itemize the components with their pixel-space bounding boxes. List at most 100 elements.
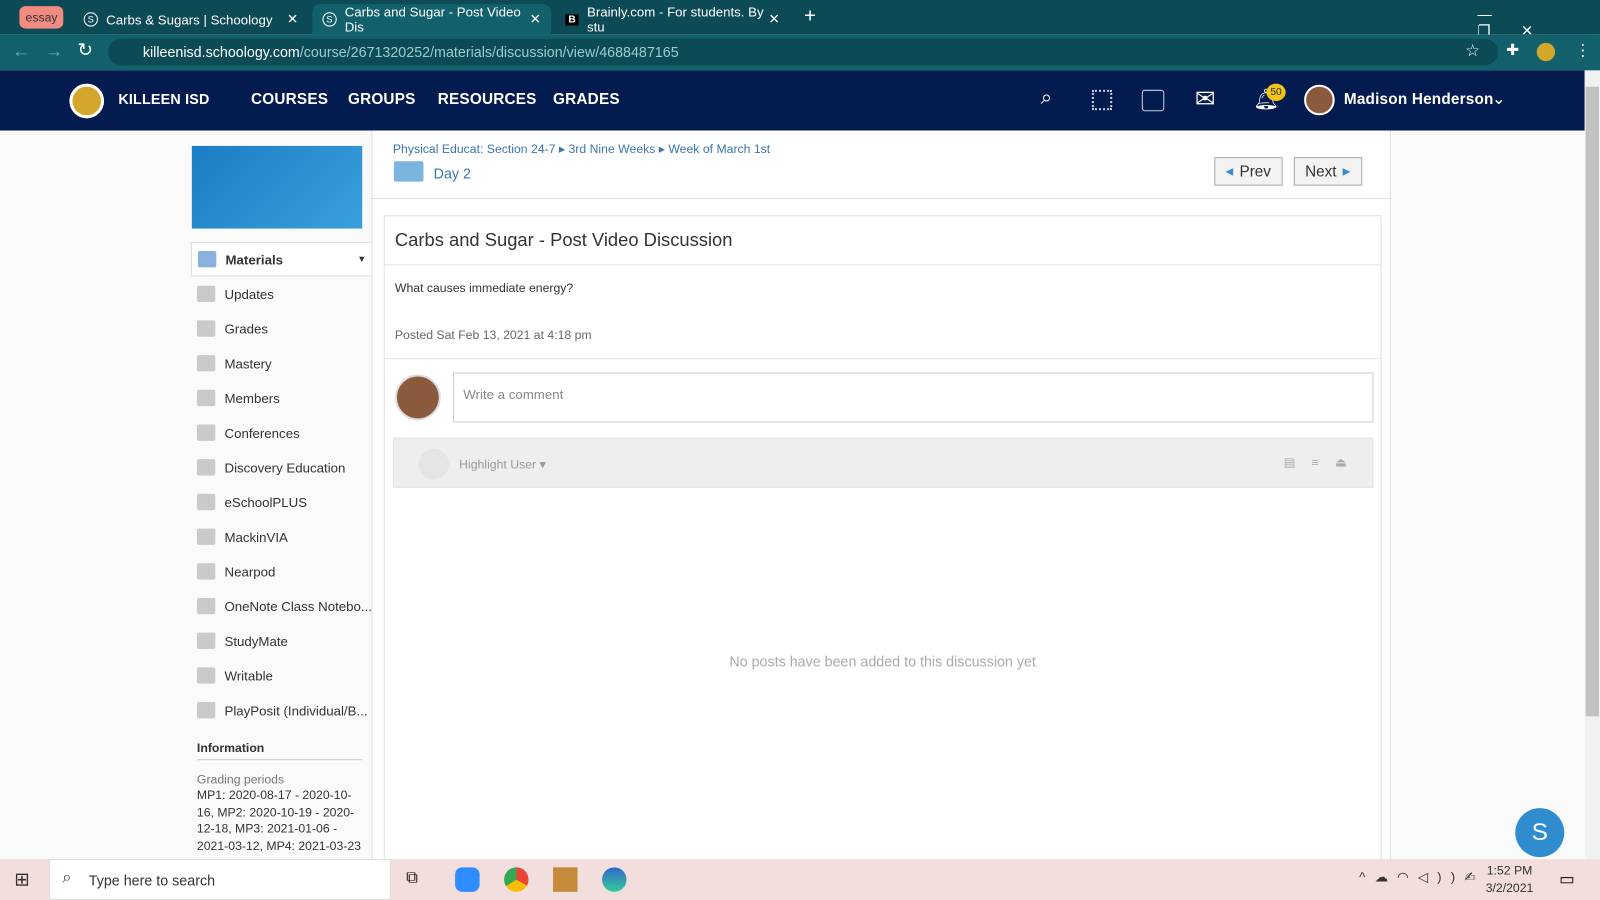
url-input[interactable]: killeenisd.schoology.com/course/26713202… [108, 38, 1498, 66]
brainly-icon: B [565, 13, 579, 25]
course-sidebar: Materials ▼ Updates Grades Mastery Members Co… [190, 241, 373, 728]
tab-post-video-discussion[interactable]: S Carbs and Sugar - Post Video Dis ✕ [312, 4, 552, 35]
edge-app-icon[interactable] [602, 867, 627, 892]
apps-grid-icon[interactable] [1091, 89, 1113, 111]
folder-title[interactable]: Day 2 [434, 165, 471, 181]
sidebar-item-materials[interactable]: Materials ▼ [190, 241, 373, 277]
sidebar-label: MackinVIA [224, 529, 288, 545]
scrollbar[interactable] [1584, 70, 1600, 860]
district-logo [69, 83, 105, 119]
prev-label: Prev [1239, 162, 1271, 181]
sidebar-item-onenote-class-notebo-[interactable]: OneNote Class Notebo... [191, 589, 373, 624]
notifications-icon[interactable]: ▭ [1559, 869, 1574, 889]
sidebar-item-icon [196, 493, 216, 511]
tab-group-essay[interactable]: essay [19, 6, 64, 29]
reload-icon[interactable]: ↻ [78, 40, 93, 61]
sidebar-item-icon [196, 563, 216, 580]
highlight-user-avatar [418, 448, 449, 480]
menu-icon[interactable]: ⋮ [1574, 41, 1590, 61]
address-bar-row: ← → ↻ killeenisd.schoology.com/course/26… [0, 34, 1600, 71]
zoom-app-icon[interactable] [455, 867, 480, 892]
search-placeholder: Type here to search [88, 872, 216, 889]
highlight-user-dropdown[interactable]: Highlight User ▾ [459, 457, 545, 471]
sidebar-item-playposit-individual-b-[interactable]: PlayPosit (Individual/B... [191, 693, 373, 728]
taskbar-search[interactable]: ⌕ Type here to search [48, 859, 391, 900]
close-icon[interactable]: ✕ [287, 11, 298, 27]
discussion-toolbar: Highlight User ▾ ▤≡⏏ [392, 437, 1374, 488]
breadcrumb: Physical Educat: Section 24-7 ▸ 3rd Nine… [392, 141, 771, 157]
sidebar-item-icon [196, 285, 216, 303]
sidebar-item-eschoolplus[interactable]: eSchoolPLUS [191, 485, 373, 520]
chevron-down-icon[interactable]: ⌄ [1492, 89, 1506, 109]
close-icon[interactable]: ✕ [768, 11, 779, 27]
sidebar-item-icon [196, 597, 216, 615]
user-name[interactable]: Madison Henderson [1344, 91, 1494, 108]
chat-widget-button[interactable]: S [1515, 808, 1565, 858]
comment-input[interactable]: Write a comment [453, 372, 1374, 423]
sidebar-item-members[interactable]: Members [191, 381, 373, 416]
nav-groups[interactable]: GROUPS [348, 91, 416, 108]
sidebar-item-icon [196, 389, 216, 407]
sidebar-item-icon [196, 667, 216, 684]
top-nav: KILLEEN ISD COURSES GROUPS RESOURCES GRA… [0, 70, 1585, 131]
extensions-icon[interactable]: ✚ [1506, 41, 1519, 59]
sidebar-item-icon [196, 320, 216, 337]
sidebar-label: Conferences [224, 424, 300, 441]
sidebar-item-conferences[interactable]: Conferences [191, 415, 373, 450]
sidebar-item-studymate[interactable]: StudyMate [191, 623, 373, 658]
schoology-icon: S [322, 12, 337, 27]
grading-periods-label: Grading periods [196, 772, 285, 787]
sidebar-label: Updates [224, 286, 274, 302]
forward-icon[interactable]: → [45, 41, 63, 62]
search-icon[interactable]: ⌕ [1041, 87, 1052, 110]
sidebar-label: Discovery Education [224, 459, 346, 475]
package-app-icon[interactable] [553, 867, 578, 892]
sidebar-label: Members [224, 390, 280, 406]
user-avatar[interactable] [1304, 84, 1335, 116]
new-tab-button[interactable]: + [804, 5, 816, 28]
tab-label: Carbs and Sugar - Post Video Dis [344, 4, 521, 35]
sidebar-label: OneNote Class Notebo... [224, 598, 372, 614]
prev-button[interactable]: ◀ Prev [1214, 157, 1283, 186]
breadcrumb-link[interactable]: 3rd Nine Weeks [568, 142, 655, 156]
sidebar-item-discovery-education[interactable]: Discovery Education [191, 450, 373, 485]
empty-state-message: No posts have been added to this discuss… [729, 653, 1036, 670]
windows-start-icon[interactable]: ⊞ [14, 869, 29, 890]
mail-icon[interactable]: ✉ [1195, 85, 1216, 115]
bookmark-star-icon[interactable]: ☆ [1465, 41, 1480, 61]
arrow-left-icon: ◀ [1225, 165, 1234, 178]
notification-badge: 50 [1266, 83, 1286, 102]
sidebar-item-writable[interactable]: Writable [191, 658, 373, 693]
breadcrumb-link[interactable]: Physical Educat: Section 24-7 [393, 142, 556, 156]
next-label: Next [1305, 162, 1337, 181]
profile-icon[interactable] [1536, 42, 1556, 62]
close-icon[interactable]: ✕ [530, 11, 541, 27]
chrome-app-icon[interactable] [504, 867, 529, 892]
calendar-icon[interactable] [1141, 89, 1165, 112]
view-mode-icons[interactable]: ▤≡⏏ [1284, 455, 1363, 469]
tab-brainly[interactable]: B Brainly.com - For students. By stu ✕ [555, 4, 790, 35]
posted-date: Posted Sat Feb 13, 2021 at 4:18 pm [384, 295, 1381, 360]
sidebar-item-mastery[interactable]: Mastery [191, 346, 373, 381]
sidebar-item-grades[interactable]: Grades [191, 311, 373, 346]
sidebar-label: Writable [224, 667, 273, 684]
sidebar-label: PlayPosit (Individual/B... [224, 702, 368, 718]
breadcrumb-link[interactable]: Week of March 1st [668, 142, 770, 156]
materials-icon [197, 251, 217, 268]
sidebar-item-mackinvia[interactable]: MackinVIA [191, 519, 373, 554]
back-icon[interactable]: ← [12, 41, 30, 62]
brand-name[interactable]: KILLEEN ISD [118, 91, 209, 107]
sidebar-item-icon [196, 424, 216, 441]
tab-carbs-sugars[interactable]: S Carbs & Sugars | Schoology ✕ [73, 4, 308, 35]
nav-courses[interactable]: COURSES [251, 91, 328, 108]
clock[interactable]: 1:52 PM 3/2/2021 [1486, 862, 1534, 897]
nav-resources[interactable]: RESOURCES [438, 91, 537, 108]
sidebar-item-nearpod[interactable]: Nearpod [191, 554, 373, 589]
system-tray-icons[interactable]: ^☁︎◠◁))✍︎ [1359, 869, 1485, 885]
task-view-icon[interactable]: ⧉ [406, 869, 418, 887]
search-icon: ⌕ [62, 869, 72, 887]
course-image [191, 145, 363, 229]
nav-grades[interactable]: GRADES [553, 91, 620, 108]
next-button[interactable]: Next ▶ [1293, 157, 1362, 186]
sidebar-item-updates[interactable]: Updates [191, 277, 373, 312]
